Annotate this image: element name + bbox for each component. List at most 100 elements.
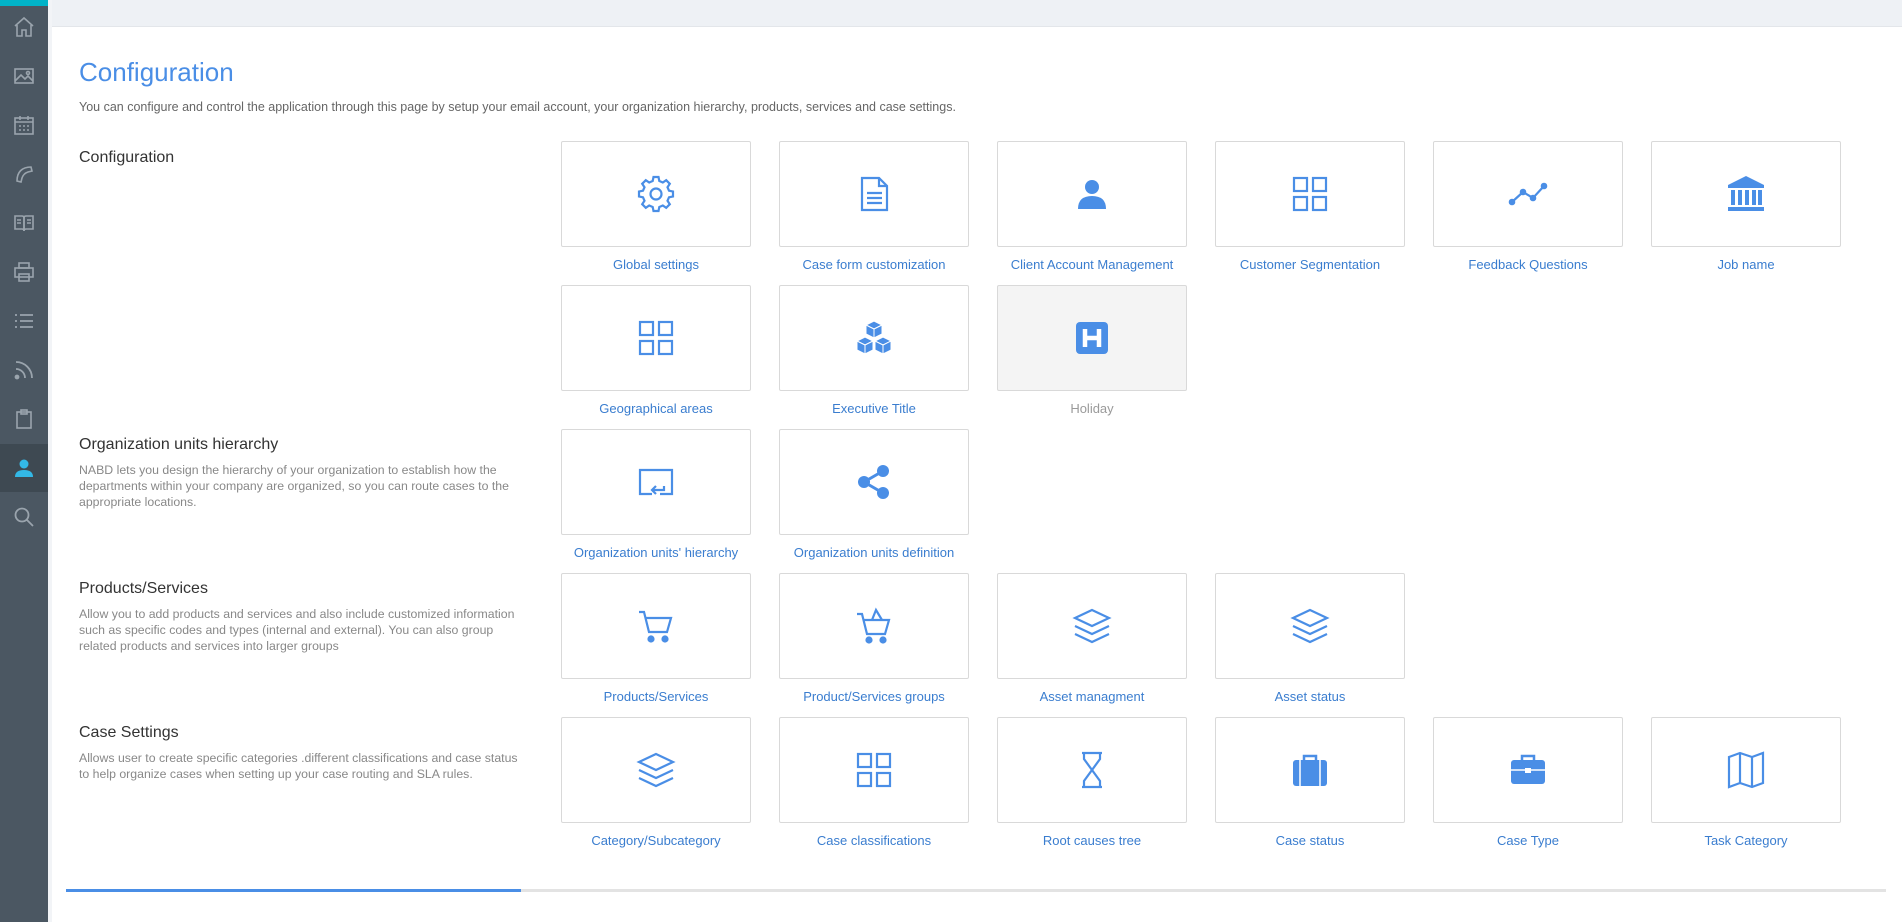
tile-feedback-questions[interactable]: Feedback Questions xyxy=(1433,141,1651,272)
tile-asset-status[interactable]: Asset status xyxy=(1215,573,1433,704)
tile-org-hierarchy[interactable]: Organization units' hierarchy xyxy=(561,429,779,560)
tile-box[interactable] xyxy=(997,573,1187,679)
tile-label[interactable]: Root causes tree xyxy=(997,833,1187,848)
tile-label[interactable]: Task Category xyxy=(1651,833,1841,848)
tile-case-classifications[interactable]: Case classifications xyxy=(779,717,997,848)
tile-label[interactable]: Feedback Questions xyxy=(1433,257,1623,272)
tile-label[interactable]: Client Account Management xyxy=(997,257,1187,272)
tile-label[interactable]: Category/Subcategory xyxy=(561,833,751,848)
tile-box[interactable] xyxy=(1215,573,1405,679)
tile-label[interactable]: Products/Services xyxy=(561,689,751,704)
grid-icon xyxy=(1292,176,1328,212)
rss-icon xyxy=(14,361,33,380)
tile-box[interactable] xyxy=(1215,717,1405,823)
cart-icon xyxy=(639,610,673,643)
section-title-configuration: Configuration xyxy=(79,149,175,166)
tile-box[interactable] xyxy=(997,717,1187,823)
tile-label[interactable]: Case classifications xyxy=(779,833,969,848)
briefcase-icon xyxy=(1511,754,1545,784)
nav-feed[interactable] xyxy=(0,346,48,394)
book-icon xyxy=(14,215,34,232)
tile-label[interactable]: Case Type xyxy=(1433,833,1623,848)
tile-label[interactable]: Holiday xyxy=(997,401,1187,416)
tile-label[interactable]: Organization units definition xyxy=(779,545,969,560)
tile-box[interactable] xyxy=(561,717,751,823)
tile-box[interactable] xyxy=(779,717,969,823)
basket-icon xyxy=(857,607,891,644)
nav-print[interactable] xyxy=(0,248,48,296)
page-title: Configuration xyxy=(79,57,234,87)
nav-home[interactable] xyxy=(0,3,48,51)
tile-box[interactable] xyxy=(1433,717,1623,823)
tile-task-category[interactable]: Task Category xyxy=(1651,717,1869,848)
tile-customer-segmentation[interactable]: Customer Segmentation xyxy=(1215,141,1433,272)
map-icon xyxy=(1727,751,1765,789)
tile-executive-title[interactable]: Executive Title xyxy=(779,285,997,416)
list-icon xyxy=(15,314,33,328)
tile-box[interactable] xyxy=(1651,717,1841,823)
sidebar xyxy=(0,0,48,922)
nav-clipboard[interactable] xyxy=(0,395,48,443)
nav-search[interactable] xyxy=(0,493,48,541)
image-icon xyxy=(14,68,34,84)
tile-global-settings[interactable]: Global settings xyxy=(561,141,779,272)
tile-geographical-areas[interactable]: Geographical areas xyxy=(561,285,779,416)
nav-gallery[interactable] xyxy=(0,52,48,100)
tile-box[interactable] xyxy=(779,573,969,679)
tile-label[interactable]: Product/Services groups xyxy=(779,689,969,704)
tile-case-form[interactable]: Case form customization xyxy=(779,141,997,272)
gear-icon xyxy=(637,175,675,213)
tile-box[interactable] xyxy=(561,429,751,535)
tile-client-account[interactable]: Client Account Management xyxy=(997,141,1215,272)
grid-icon xyxy=(638,320,674,356)
tile-label[interactable]: Geographical areas xyxy=(561,401,751,416)
tile-label[interactable]: Asset managment xyxy=(997,689,1187,704)
section-title-products: Products/Services xyxy=(79,580,208,597)
tile-case-type[interactable]: Case Type xyxy=(1433,717,1651,848)
tile-case-status[interactable]: Case status xyxy=(1215,717,1433,848)
tile-label[interactable]: Job name xyxy=(1651,257,1841,272)
suitcase-icon xyxy=(1293,754,1327,786)
tile-org-definition[interactable]: Organization units definition xyxy=(779,429,997,560)
tile-box[interactable] xyxy=(779,285,969,391)
tile-holiday[interactable]: Holiday xyxy=(997,285,1215,416)
tile-label[interactable]: Case status xyxy=(1215,833,1405,848)
tile-label[interactable]: Customer Segmentation xyxy=(1215,257,1405,272)
tile-label[interactable]: Global settings xyxy=(561,257,751,272)
tile-product-groups[interactable]: Product/Services groups xyxy=(779,573,997,704)
progress-fill xyxy=(66,889,521,892)
phone-icon xyxy=(16,166,33,183)
layers-icon xyxy=(636,752,676,788)
tile-box[interactable] xyxy=(1651,141,1841,247)
tile-box[interactable] xyxy=(1215,141,1405,247)
section-desc-org: NABD lets you design the hierarchy of yo… xyxy=(79,463,509,509)
tile-box[interactable] xyxy=(779,429,969,535)
tile-root-causes[interactable]: Root causes tree xyxy=(997,717,1215,848)
tile-box[interactable] xyxy=(1433,141,1623,247)
nav-book[interactable] xyxy=(0,199,48,247)
tile-label[interactable]: Executive Title xyxy=(779,401,969,416)
tile-asset-management[interactable]: Asset managment xyxy=(997,573,1215,704)
tile-box[interactable] xyxy=(997,141,1187,247)
tile-box[interactable] xyxy=(997,285,1187,391)
main-panel: Configuration You can configure and cont… xyxy=(52,27,1902,922)
nav-users[interactable] xyxy=(0,444,48,492)
return-icon xyxy=(638,468,674,496)
tile-products-services[interactable]: Products/Services xyxy=(561,573,779,704)
tile-label[interactable]: Organization units' hierarchy xyxy=(561,545,751,560)
tile-job-name[interactable]: Job name xyxy=(1651,141,1869,272)
tile-box[interactable] xyxy=(779,141,969,247)
tile-category[interactable]: Category/Subcategory xyxy=(561,717,779,848)
tile-label[interactable]: Case form customization xyxy=(779,257,969,272)
progress-bar xyxy=(66,889,1886,892)
hospital-icon xyxy=(1076,322,1108,354)
layers-icon xyxy=(1072,608,1112,644)
line-chart-icon xyxy=(1508,182,1548,206)
nav-list[interactable] xyxy=(0,297,48,345)
tile-box[interactable] xyxy=(561,573,751,679)
tile-box[interactable] xyxy=(561,141,751,247)
tile-box[interactable] xyxy=(561,285,751,391)
nav-calendar[interactable] xyxy=(0,101,48,149)
tile-label[interactable]: Asset status xyxy=(1215,689,1405,704)
nav-phone[interactable] xyxy=(0,150,48,198)
